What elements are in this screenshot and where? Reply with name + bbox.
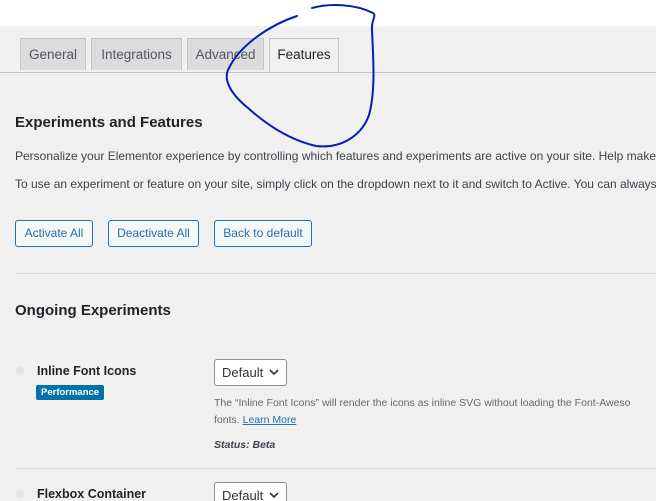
feature-description-end: fonts. bbox=[214, 414, 240, 426]
activate-all-button[interactable]: Activate All bbox=[15, 220, 93, 247]
flexbox-container-select[interactable]: Default bbox=[214, 482, 287, 501]
tab-integrations[interactable]: Integrations bbox=[91, 38, 182, 70]
feature-title-flexbox-container: Flexbox Container bbox=[37, 487, 147, 501]
chevron-down-icon bbox=[269, 369, 279, 376]
back-to-default-button[interactable]: Back to default bbox=[214, 220, 312, 247]
feature-title-inline-font-icons: Inline Font Icons bbox=[37, 364, 137, 378]
deactivate-all-button[interactable]: Deactivate All bbox=[108, 220, 199, 247]
performance-badge: Performance bbox=[36, 385, 105, 400]
tab-general[interactable]: General bbox=[20, 38, 86, 70]
feature-description-cont: fonts. Learn More bbox=[214, 414, 296, 426]
inline-font-icons-select[interactable]: Default bbox=[214, 359, 287, 386]
status-dot-icon bbox=[15, 366, 25, 376]
admin-top-area bbox=[0, 0, 656, 26]
section-title: Experiments and Features bbox=[15, 114, 203, 131]
section-instructions: To use an experiment or feature on your … bbox=[15, 177, 656, 191]
section-description: Personalize your Elementor experience by… bbox=[15, 149, 656, 163]
tab-features[interactable]: Features bbox=[269, 38, 339, 72]
settings-tabs: General Integrations Advanced Features bbox=[0, 38, 656, 73]
section-divider bbox=[15, 273, 656, 274]
chevron-down-icon bbox=[269, 492, 279, 499]
settings-page: General Integrations Advanced Features E… bbox=[0, 0, 656, 501]
tab-advanced[interactable]: Advanced bbox=[187, 38, 264, 70]
ongoing-experiments-title: Ongoing Experiments bbox=[15, 302, 171, 319]
status-dot-icon bbox=[15, 489, 25, 499]
feature-status: Status: Beta bbox=[214, 439, 276, 451]
hand-drawn-circle-annotation bbox=[225, 4, 376, 148]
select-value: Default bbox=[222, 488, 264, 501]
learn-more-link[interactable]: Learn More bbox=[243, 414, 297, 426]
row-divider bbox=[15, 468, 656, 469]
select-value: Default bbox=[222, 365, 264, 380]
feature-description: The “Inline Font Icons” will render the … bbox=[214, 397, 631, 409]
